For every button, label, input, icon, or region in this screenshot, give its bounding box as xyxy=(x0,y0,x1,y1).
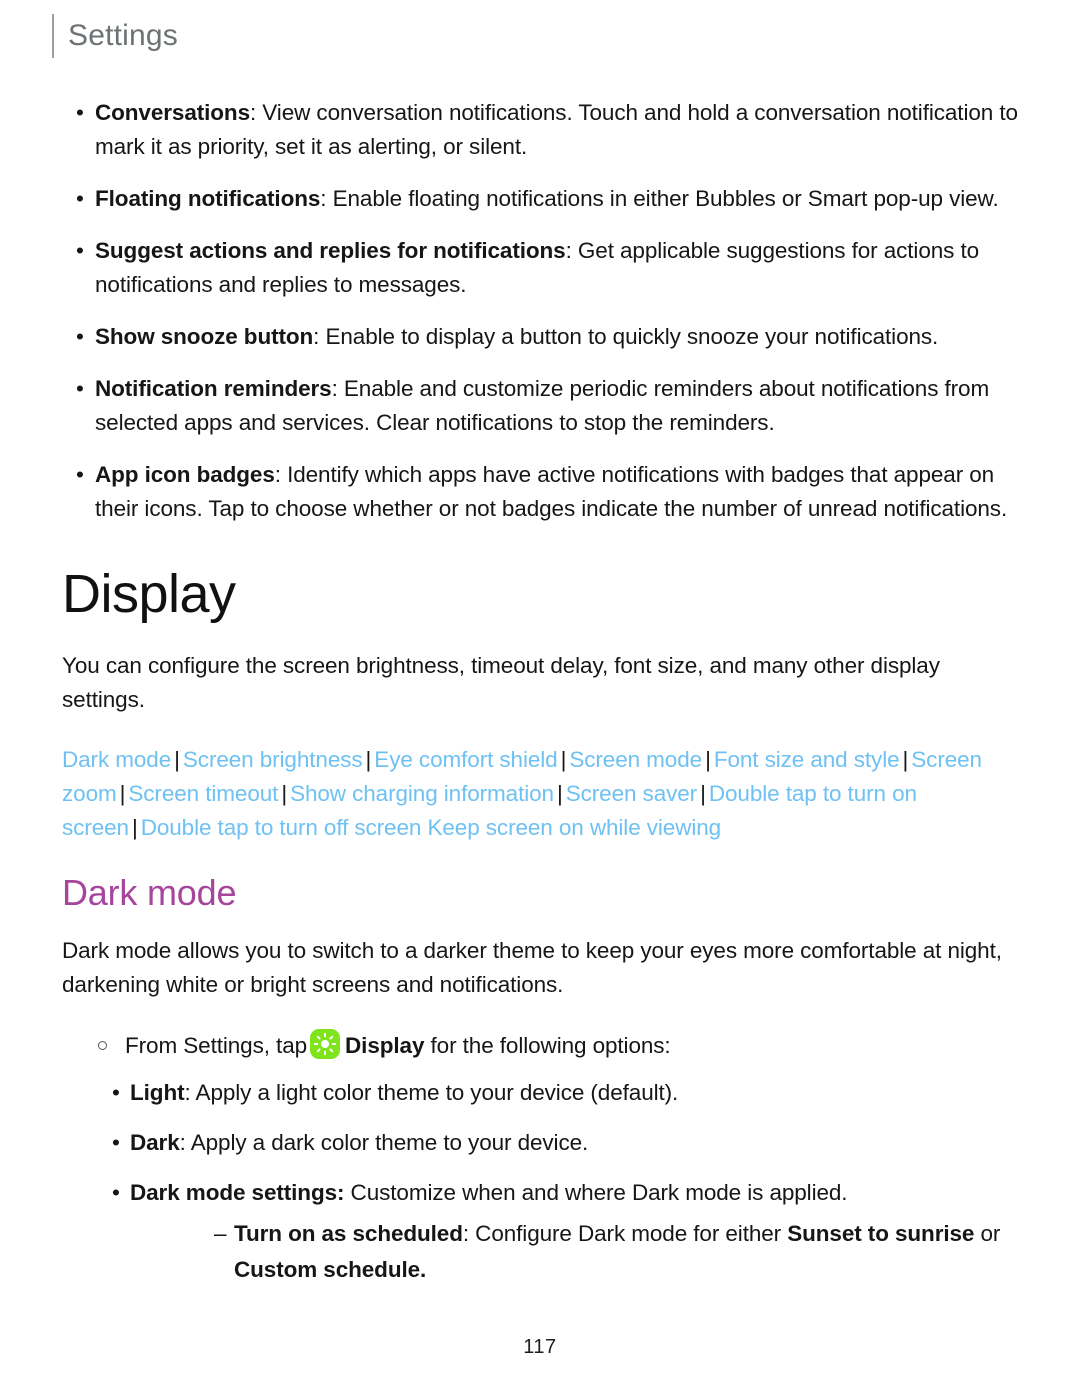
display-intro-paragraph: You can configure the screen brightness,… xyxy=(62,652,940,712)
list-item: – Turn on as scheduled: Configure Dark m… xyxy=(130,1216,1020,1288)
list-item-term: Show snooze button xyxy=(95,324,314,349)
sub-item-text-before: Configure Dark mode for either xyxy=(469,1221,788,1247)
page-content: • Conversations: View conversation notif… xyxy=(62,96,1020,1304)
topic-link[interactable]: Screen timeout xyxy=(128,781,278,806)
list-item: • Light: Apply a light color theme to yo… xyxy=(62,1076,1020,1110)
section-heading-display: Display xyxy=(62,564,236,624)
dark-mode-options-list: • Light: Apply a light color theme to yo… xyxy=(62,1076,1020,1288)
topic-link[interactable]: Screen brightness xyxy=(183,747,363,772)
link-separator: | xyxy=(281,780,288,806)
link-separator: | xyxy=(174,746,180,772)
list-item: • Notification reminders: Enable and cus… xyxy=(62,372,1020,440)
list-item: • App icon badges: Identify which apps h… xyxy=(62,458,1020,526)
sub-item-bold-option-b: Custom schedule. xyxy=(234,1257,427,1283)
bullet-icon: • xyxy=(76,238,84,263)
step-prefix-text: From Settings, tap xyxy=(125,1033,308,1059)
notification-options-list: • Conversations: View conversation notif… xyxy=(62,96,1020,526)
topic-link[interactable]: Dark mode xyxy=(62,747,171,772)
list-item: • Dark mode settings: Customize when and… xyxy=(62,1176,1020,1288)
bullet-icon: • xyxy=(76,324,84,349)
link-separator: | xyxy=(131,814,138,840)
topic-link[interactable]: Screen mode xyxy=(569,747,702,772)
sub-item-bold-option-a: Sunset to sunrise xyxy=(787,1221,975,1247)
page-running-header: Settings xyxy=(52,14,178,58)
header-divider-rule xyxy=(52,14,54,58)
sub-item-text-middle: or xyxy=(974,1221,1001,1247)
topic-link[interactable]: Show charging information xyxy=(290,781,554,806)
step-icon-label: Display xyxy=(345,1033,425,1059)
list-item-term: App icon badges xyxy=(95,462,275,487)
list-item-term: Floating notifications xyxy=(95,186,321,211)
link-separator: | xyxy=(902,746,909,772)
dark-mode-steps-list: From Settings, tap Display for the follo… xyxy=(62,1028,1020,1064)
bullet-icon: • xyxy=(76,376,84,401)
list-item-term: Dark mode settings: xyxy=(130,1180,345,1206)
topic-link[interactable]: Font size and style xyxy=(714,747,900,772)
link-separator: | xyxy=(119,780,126,806)
bullet-icon: • xyxy=(76,100,84,125)
page-header-title: Settings xyxy=(68,19,178,52)
list-item-text: Customize when and where Dark mode is ap… xyxy=(344,1180,848,1206)
list-item-term: Notification reminders xyxy=(95,376,332,401)
bullet-icon: • xyxy=(112,1080,120,1106)
topic-link[interactable]: Eye comfort shield xyxy=(374,747,557,772)
hollow-bullet-icon xyxy=(98,1041,107,1051)
list-item: • Show snooze button: Enable to display … xyxy=(62,320,1020,354)
step-suffix-text: for the following options: xyxy=(424,1033,671,1059)
display-settings-icon xyxy=(310,1029,341,1060)
list-item: • Floating notifications: Enable floatin… xyxy=(62,182,1020,216)
bullet-icon: • xyxy=(76,462,84,487)
dark-mode-settings-sublist: – Turn on as scheduled: Configure Dark m… xyxy=(130,1216,1020,1288)
list-item: From Settings, tap Display for the follo… xyxy=(62,1028,1020,1064)
topic-link[interactable]: Screen saver xyxy=(566,781,697,806)
topic-link[interactable]: Keep screen on while viewing xyxy=(427,815,721,840)
dark-mode-intro-paragraph: Dark mode allows you to switch to a dark… xyxy=(62,938,1002,998)
list-item-text: Apply a light color theme to your device… xyxy=(190,1080,679,1106)
list-item-text: Enable to display a button to quickly sn… xyxy=(319,324,939,349)
list-item-text: Apply a dark color theme to your device. xyxy=(185,1130,589,1156)
bullet-icon: • xyxy=(112,1130,120,1156)
link-separator: | xyxy=(365,746,372,772)
link-separator: | xyxy=(700,780,706,806)
link-separator: | xyxy=(705,746,711,772)
topic-link[interactable]: Double tap to turn off screen xyxy=(141,815,422,840)
link-separator: | xyxy=(556,780,563,806)
page-number: 117 xyxy=(523,1336,557,1358)
list-item-term: Conversations xyxy=(95,100,250,125)
list-item-term: Dark xyxy=(130,1130,180,1156)
subsection-heading-dark-mode: Dark mode xyxy=(62,871,237,913)
dash-bullet-icon: – xyxy=(214,1221,227,1247)
list-item: • Suggest actions and replies for notifi… xyxy=(62,234,1020,302)
bullet-icon: • xyxy=(112,1180,120,1206)
list-item: • Dark: Apply a dark color theme to your… xyxy=(62,1126,1020,1160)
list-item-term: Light xyxy=(130,1080,185,1106)
list-item-term: Suggest actions and replies for notifica… xyxy=(95,238,566,263)
sub-item-term: Turn on as scheduled xyxy=(234,1221,463,1247)
bullet-icon: • xyxy=(76,186,84,211)
list-item: • Conversations: View conversation notif… xyxy=(62,96,1020,164)
list-item-text: Enable floating notifications in either … xyxy=(326,186,999,211)
display-topic-link-chain: Dark mode | Screen brightness | Eye comfort … xyxy=(62,743,1014,845)
link-separator: | xyxy=(560,746,567,772)
